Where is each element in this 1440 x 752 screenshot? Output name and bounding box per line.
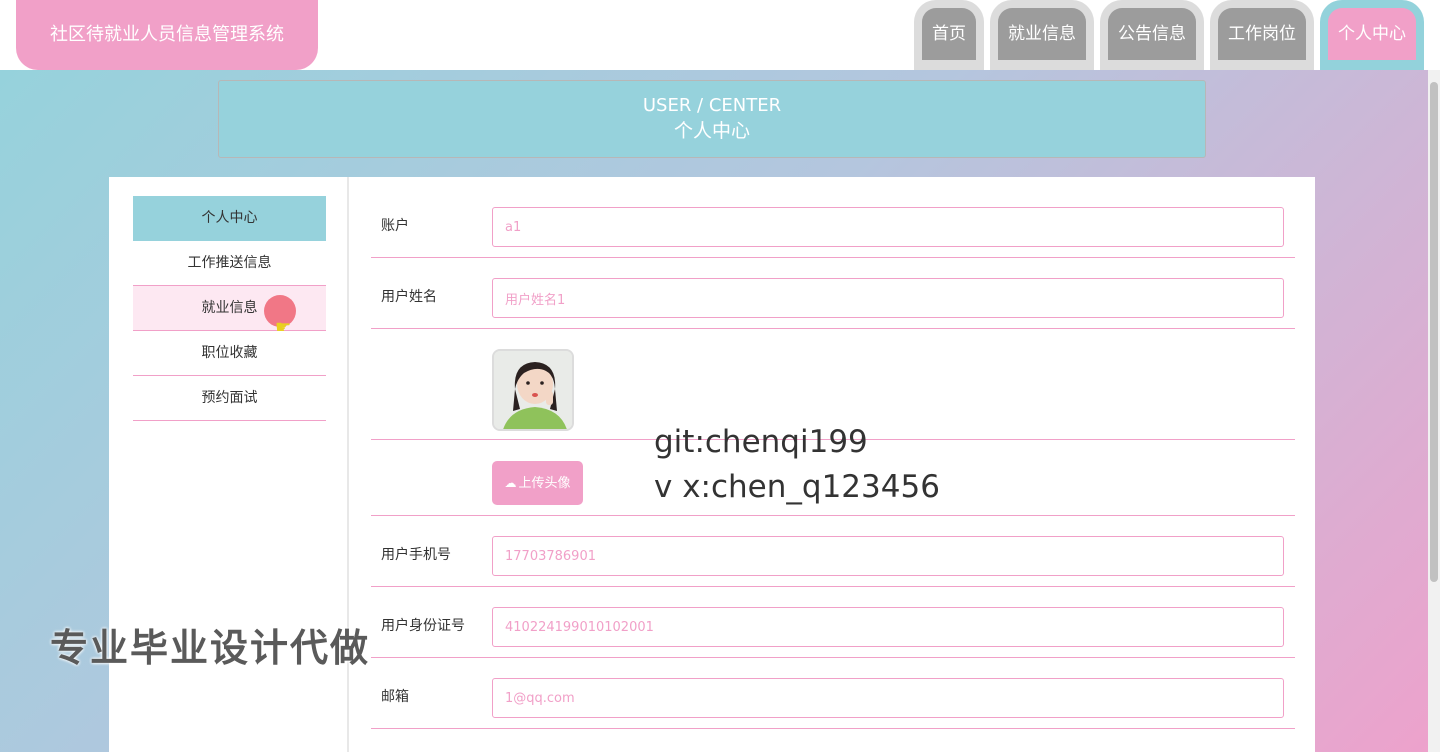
account-row: 账户 xyxy=(371,177,1295,258)
sidebar-menu: 个人中心 工作推送信息 就业信息 ☛ 职位收藏 预约面试 xyxy=(133,196,326,421)
idcard-field[interactable] xyxy=(492,607,1284,647)
name-field[interactable] xyxy=(492,278,1284,318)
upload-avatar-button[interactable]: ☁ 上传头像 xyxy=(492,461,583,505)
upload-label: 上传头像 xyxy=(518,476,571,491)
idcard-label: 用户身份证号 xyxy=(381,618,465,634)
app-title: 社区待就业人员信息管理系统 xyxy=(16,0,318,70)
name-row: 用户姓名 xyxy=(371,258,1295,329)
sidebar-item-job-push[interactable]: 工作推送信息 xyxy=(133,241,326,286)
phone-row: 用户手机号 xyxy=(371,516,1295,587)
sidebar-item-label: 职位收藏 xyxy=(201,345,258,361)
scrollbar-thumb[interactable] xyxy=(1430,82,1438,582)
nav-announcements[interactable]: 公告信息 xyxy=(1100,0,1204,70)
nav-label[interactable]: 就业信息 xyxy=(998,8,1086,60)
nav-employment-info[interactable]: 就业信息 xyxy=(990,0,1094,70)
cloud-upload-icon: ☁ xyxy=(504,476,517,490)
sidebar-item-favorites[interactable]: 职位收藏 xyxy=(133,331,326,376)
account-label: 账户 xyxy=(381,218,409,234)
sidebar-item-employment-info[interactable]: 就业信息 ☛ xyxy=(133,286,326,338)
phone-label: 用户手机号 xyxy=(381,547,451,563)
email-row: 邮箱 xyxy=(371,658,1295,729)
watermark-contact: v x:chen_q123456 xyxy=(654,469,940,505)
sidebar-item-user-center[interactable]: 个人中心 xyxy=(133,196,326,241)
page-banner: USER / CENTER 个人中心 xyxy=(218,80,1206,158)
sidebar-item-interview[interactable]: 预约面试 xyxy=(133,376,326,421)
sidebar-item-label: 工作推送信息 xyxy=(187,255,272,271)
banner-chinese-title: 个人中心 xyxy=(673,120,750,142)
account-field[interactable] xyxy=(492,207,1284,247)
nav-home[interactable]: 首页 xyxy=(914,0,984,70)
banner-english-title: USER / CENTER xyxy=(642,95,782,116)
main-nav: 首页 就业信息 公告信息 工作岗位 个人中心 xyxy=(914,0,1424,70)
avatar-photo-icon xyxy=(494,351,572,429)
nav-label[interactable]: 个人中心 xyxy=(1328,8,1416,60)
overlay-advert-text: 专业毕业设计代做 xyxy=(50,626,371,670)
nav-user-center[interactable]: 个人中心 xyxy=(1320,0,1424,70)
phone-field[interactable] xyxy=(492,536,1284,576)
sidebar-item-label: 就业信息 xyxy=(201,300,258,316)
nav-jobs[interactable]: 工作岗位 xyxy=(1210,0,1314,70)
name-label: 用户姓名 xyxy=(381,289,437,305)
sidebar-item-label: 预约面试 xyxy=(201,390,258,406)
watermark-git: git:chenqi199 xyxy=(654,424,868,460)
email-label: 邮箱 xyxy=(381,689,409,705)
nav-label[interactable]: 公告信息 xyxy=(1108,8,1196,60)
nav-label[interactable]: 工作岗位 xyxy=(1218,8,1306,60)
idcard-row: 用户身份证号 xyxy=(371,587,1295,658)
email-field[interactable] xyxy=(492,678,1284,718)
nav-label[interactable]: 首页 xyxy=(922,8,976,60)
sidebar-item-label: 个人中心 xyxy=(201,210,258,226)
avatar xyxy=(492,349,574,431)
top-header: 社区待就业人员信息管理系统 首页 就业信息 公告信息 工作岗位 个人中心 xyxy=(0,0,1440,70)
